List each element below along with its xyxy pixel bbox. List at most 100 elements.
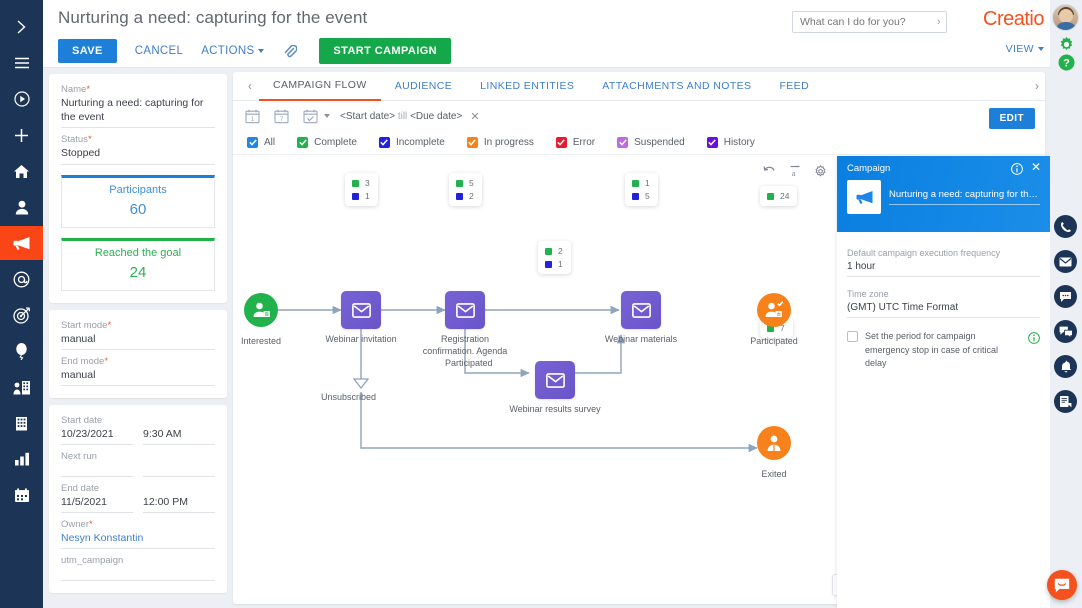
megaphone-icon[interactable]: [0, 226, 43, 260]
legend-filter-all[interactable]: All: [247, 137, 275, 148]
view-menu[interactable]: VIEW: [1006, 43, 1044, 55]
exited-person-icon[interactable]: [757, 426, 791, 460]
chart-icon[interactable]: [0, 442, 43, 476]
close-icon[interactable]: ✕: [1031, 161, 1041, 173]
info-icon[interactable]: [1028, 331, 1040, 349]
target-icon[interactable]: [0, 298, 43, 332]
flow-node-interested[interactable]: Interested: [244, 293, 278, 327]
actions-menu[interactable]: ACTIONS: [201, 45, 264, 57]
paperclip-icon[interactable]: [284, 45, 297, 58]
envelope-icon[interactable]: [1054, 250, 1077, 273]
calendar-icon[interactable]: [0, 478, 43, 512]
flow-node-webinar-materials[interactable]: Webinar materials: [621, 291, 661, 329]
balloon-icon[interactable]: [0, 334, 43, 368]
name-field-value[interactable]: Nurturing a need: capturing for the even…: [61, 96, 215, 128]
person-icon[interactable]: [0, 190, 43, 224]
chat-icon[interactable]: [1054, 285, 1077, 308]
checkbox-checked-icon: [247, 137, 258, 148]
avatar[interactable]: [1052, 4, 1079, 31]
calendar-custom-icon[interactable]: [303, 109, 318, 124]
tab-next-icon[interactable]: ›: [1035, 79, 1039, 93]
frequency-value[interactable]: 1 hour: [847, 261, 1040, 277]
status-field-value[interactable]: Stopped: [61, 146, 215, 164]
end-date-value[interactable]: 11/5/2021: [61, 495, 133, 513]
tab-feed[interactable]: FEED: [765, 73, 823, 100]
tab-campaign-flow[interactable]: CAMPAIGN FLOW: [259, 72, 381, 101]
tab-audience[interactable]: AUDIENCE: [381, 73, 466, 100]
cancel-button[interactable]: CANCEL: [135, 45, 183, 57]
gear-icon[interactable]: [814, 165, 827, 178]
next-run-time-value[interactable]: [143, 463, 215, 477]
plus-icon[interactable]: [0, 118, 43, 152]
envelope-icon[interactable]: [341, 291, 381, 329]
play-icon[interactable]: [0, 82, 43, 116]
at-icon[interactable]: [0, 262, 43, 296]
bell-icon[interactable]: [1054, 355, 1077, 378]
undo-icon[interactable]: [763, 165, 776, 178]
flow-node-webinar-invitation[interactable]: Webinar invitation: [341, 291, 381, 329]
save-button[interactable]: SAVE: [58, 39, 117, 63]
help-icon[interactable]: ?: [1058, 54, 1075, 76]
search-box[interactable]: ›: [792, 11, 947, 33]
notes-icon[interactable]: [1054, 390, 1077, 413]
date-range-text[interactable]: <Start date> till <Due date>: [340, 111, 462, 122]
start-date-value[interactable]: 10/23/2021: [61, 427, 133, 445]
timezone-value[interactable]: (GMT) UTC Time Format: [847, 302, 1040, 318]
audience-icon[interactable]: [244, 293, 278, 327]
envelope-icon[interactable]: [535, 361, 575, 399]
badge-registration-confirmation[interactable]: 5 2: [449, 173, 482, 206]
participants-stat[interactable]: Participants 60: [61, 175, 215, 228]
utm-campaign-value[interactable]: [61, 567, 215, 581]
badge-count: 5: [469, 178, 474, 188]
close-icon[interactable]: ✕: [470, 110, 479, 123]
flow-node-webinar-results-survey[interactable]: Webinar results survey: [535, 361, 575, 399]
search-input[interactable]: [793, 15, 937, 29]
badge-webinar-invitation[interactable]: 3 1: [345, 173, 378, 206]
reached-goal-stat[interactable]: Reached the goal 24: [61, 238, 215, 291]
home-icon[interactable]: [0, 154, 43, 188]
badge-webinar-materials[interactable]: 1 5: [625, 173, 658, 206]
phone-icon[interactable]: [1054, 215, 1077, 238]
end-mode-value[interactable]: manual: [61, 368, 215, 386]
calendar-week-icon[interactable]: 7: [274, 109, 289, 124]
support-chat-button[interactable]: [1047, 570, 1077, 600]
badge-participated[interactable]: 24: [760, 186, 797, 206]
panel-campaign-name[interactable]: Nurturing a need: capturing for the ev..…: [889, 189, 1040, 205]
tab-prev-icon[interactable]: ‹: [241, 79, 259, 93]
flow-node-label: Webinar results survey: [509, 403, 600, 415]
envelope-icon[interactable]: [445, 291, 485, 329]
edit-button[interactable]: EDIT: [989, 108, 1035, 129]
legend-filter-suspended[interactable]: Suspended: [617, 137, 685, 148]
legend-filter-complete[interactable]: Complete: [297, 137, 357, 148]
tab-linked-entities[interactable]: LINKED ENTITIES: [466, 73, 588, 100]
chevron-down-icon[interactable]: [324, 114, 330, 118]
legend-filter-in-progress[interactable]: In progress: [467, 137, 534, 148]
tab-attachments-and-notes[interactable]: ATTACHMENTS AND NOTES: [588, 73, 765, 100]
legend-filter-history[interactable]: History: [707, 137, 755, 148]
calendar-day-icon[interactable]: 1: [245, 109, 260, 124]
emergency-stop-checkbox[interactable]: [847, 331, 858, 342]
flow-node-exited[interactable]: Exited: [757, 426, 791, 460]
building-person-icon[interactable]: [0, 370, 43, 404]
owner-value[interactable]: Nesyn Konstantin: [61, 531, 215, 549]
end-time-value[interactable]: 12:00 PM: [143, 495, 215, 513]
legend-filter-incomplete[interactable]: Incomplete: [379, 137, 445, 148]
flow-node-participated[interactable]: Participated: [757, 293, 791, 327]
start-campaign-button[interactable]: START CAMPAIGN: [319, 38, 451, 64]
text-format-icon[interactable]: a: [789, 165, 801, 178]
start-time-value[interactable]: 9:30 AM: [143, 427, 215, 445]
flow-node-registration-confirmation[interactable]: Registration confirmation. Agenda: [445, 291, 485, 329]
next-run-value[interactable]: [61, 463, 133, 477]
badge-webinar-results-survey[interactable]: 2 1: [538, 241, 571, 274]
building-icon[interactable]: [0, 406, 43, 440]
search-submit-icon[interactable]: ›: [937, 16, 947, 28]
legend-filter-error[interactable]: Error: [556, 137, 595, 148]
menu-icon[interactable]: [0, 46, 43, 80]
info-icon[interactable]: [1011, 162, 1023, 180]
expand-icon[interactable]: [0, 10, 43, 44]
start-mode-value[interactable]: manual: [61, 332, 215, 350]
messages-icon[interactable]: [1054, 320, 1077, 343]
edge-label-participated: Participated: [445, 358, 493, 368]
participant-check-icon[interactable]: [757, 293, 791, 327]
envelope-icon[interactable]: [621, 291, 661, 329]
